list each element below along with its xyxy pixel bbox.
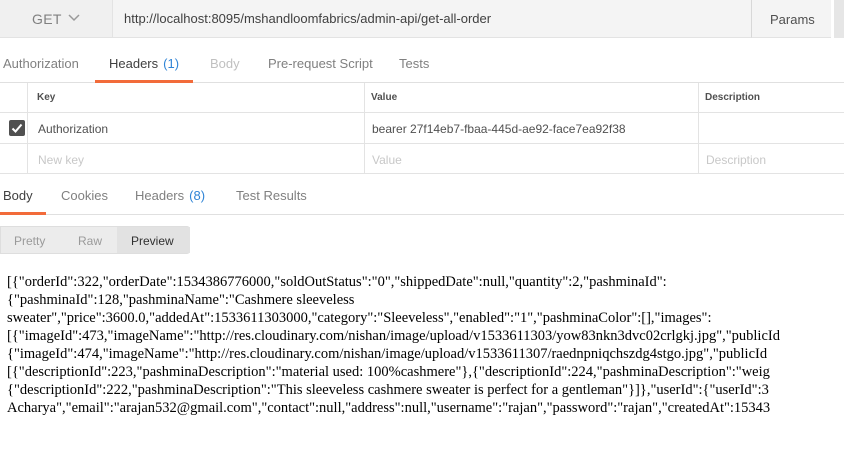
value-cell[interactable]: bearer 27f14eb7-fbaa-445d-ae92-face7ea92… [364, 113, 698, 143]
tab-label: Pre-request Script [268, 56, 373, 71]
url-input[interactable]: http://localhost:8095/mshandloomfabrics/… [113, 0, 751, 38]
row-enabled-checkbox[interactable] [9, 120, 25, 136]
tab-headers[interactable]: Headers (1) [109, 56, 179, 71]
tab-tests[interactable]: Tests [399, 56, 429, 71]
tab-label: Cookies [61, 188, 108, 203]
view-preview-button[interactable]: Preview [131, 234, 174, 248]
description-cell[interactable] [698, 113, 844, 143]
value-placeholder: Value [372, 153, 402, 167]
active-tab-indicator [0, 212, 46, 215]
tab-label: Authorization [3, 56, 79, 71]
request-tabs: Authorization Headers (1) Body Pre-reques… [0, 46, 844, 83]
tab-label: Tests [399, 56, 430, 71]
tab-response-body[interactable]: Body [3, 188, 33, 203]
tab-count: (1) [163, 56, 180, 71]
column-header: Key [37, 92, 56, 103]
new-key-input[interactable]: New key [27, 144, 364, 173]
key-cell[interactable]: Authorization [27, 113, 364, 143]
method-label: GET [32, 11, 62, 27]
value-text: bearer 27f14eb7-fbaa-445d-ae92-face7ea92… [372, 122, 626, 136]
response-tabs: Body Cookies Headers (8) Test Results [0, 178, 844, 215]
headers-table: Key Value Description Authorization bear… [0, 83, 844, 174]
tab-label: Headers [109, 56, 159, 71]
scrollbar-thumb[interactable] [834, 0, 844, 38]
description-placeholder: Description [706, 153, 767, 167]
new-row: New key Value Description [0, 144, 844, 174]
response-line: {"descriptionId":222,"pashminaDescriptio… [7, 382, 769, 398]
tab-label: Body [3, 188, 33, 203]
table-row: Authorization bearer 27f14eb7-fbaa-445d-… [0, 113, 844, 144]
tab-label: Headers [135, 188, 185, 203]
check-icon [11, 123, 23, 133]
tab-label: Test Results [236, 188, 307, 203]
tab-pre-request-script[interactable]: Pre-request Script [268, 56, 373, 71]
tab-test-results[interactable]: Test Results [236, 188, 307, 203]
column-value: Value [364, 83, 698, 112]
tab-cookies[interactable]: Cookies [61, 188, 108, 203]
table-header-row: Key Value Description [0, 83, 844, 113]
chevron-down-icon [68, 14, 80, 22]
scrollbar[interactable] [831, 0, 844, 38]
column-description: Description [698, 83, 844, 112]
column-key: Key [27, 83, 364, 112]
key-text: Authorization [38, 122, 109, 136]
tab-response-headers[interactable]: Headers (8) [135, 188, 205, 203]
response-line: [{"imageId":473,"imageName":"http://res.… [7, 328, 780, 344]
column-header: Value [371, 92, 398, 103]
tab-label: Body [210, 56, 240, 71]
url-text: http://localhost:8095/mshandloomfabrics/… [124, 11, 492, 26]
params-label: Params [770, 12, 815, 27]
response-line: [{"orderId":322,"orderDate":153438677600… [7, 274, 667, 290]
new-description-input[interactable]: Description [698, 144, 844, 173]
params-button[interactable]: Params [751, 0, 831, 38]
view-pretty-button[interactable]: Pretty [14, 234, 45, 248]
column-header: Description [705, 92, 761, 103]
request-bar: GET http://localhost:8095/mshandloomfabr… [0, 0, 844, 40]
tab-count: (8) [189, 188, 206, 203]
view-mode-toggle: Pretty Raw Preview [0, 226, 190, 254]
response-line: {"pashminaId":128,"pashminaName":"Cashme… [7, 292, 355, 308]
key-placeholder: New key [38, 153, 85, 167]
view-raw-button[interactable]: Raw [78, 234, 102, 248]
response-line: sweater","price":3600.0,"addedAt":153361… [7, 310, 712, 326]
response-line: Acharya","email":"arajan532@gmail.com","… [7, 400, 771, 416]
tab-body[interactable]: Body [210, 56, 240, 71]
response-line: [{"descriptionId":223,"pashminaDescripti… [7, 364, 770, 380]
response-line: {"imageId":474,"imageName":"http://res.c… [7, 346, 768, 362]
method-dropdown[interactable]: GET [0, 0, 113, 38]
response-body: [{"orderId":322,"orderDate":153438677600… [7, 273, 844, 417]
new-value-input[interactable]: Value [364, 144, 698, 173]
tab-authorization[interactable]: Authorization [3, 56, 79, 71]
